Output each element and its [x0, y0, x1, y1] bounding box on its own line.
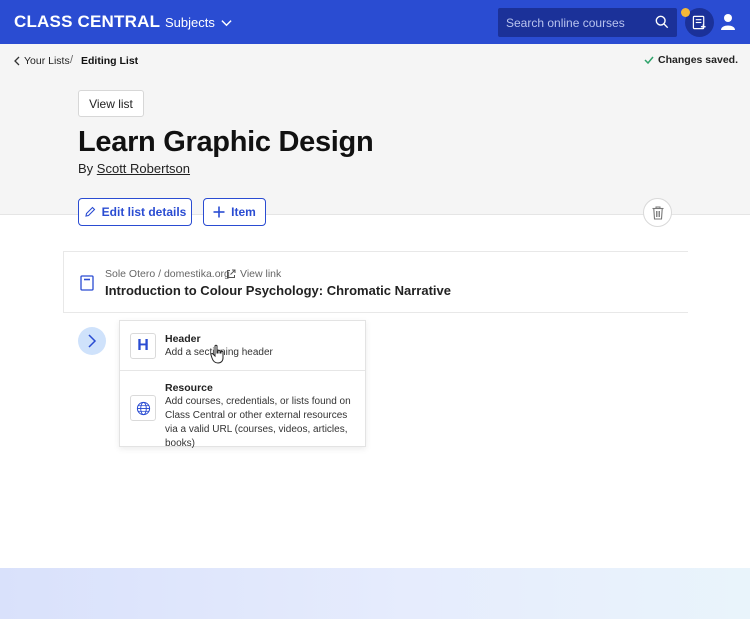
add-item-button[interactable]: Item	[203, 198, 266, 226]
menu-item-resource[interactable]: Resource Add courses, credentials, or li…	[120, 371, 365, 449]
delete-list-button[interactable]	[643, 198, 672, 227]
save-status-text: Changes saved.	[658, 54, 738, 66]
chevron-left-icon[interactable]	[13, 56, 21, 66]
view-link[interactable]: View link	[226, 268, 281, 280]
view-list-button[interactable]: View list	[78, 90, 144, 117]
byline-prefix: By	[78, 161, 94, 176]
resource-title[interactable]: Introduction to Colour Psychology: Chrom…	[105, 283, 451, 298]
breadcrumb-separator: /	[70, 54, 74, 66]
save-status: Changes saved.	[644, 54, 738, 66]
top-nav: CLASS CENTRAL Subjects Search online cou…	[0, 0, 750, 44]
resource-source: Sole Otero / domestika.org	[105, 268, 230, 280]
breadcrumb-your-lists[interactable]: Your Lists	[24, 55, 70, 67]
heading-icon: H	[130, 333, 156, 359]
page-title: Learn Graphic Design	[78, 126, 374, 158]
globe-icon	[130, 395, 156, 421]
expand-add-menu-button[interactable]	[78, 327, 106, 355]
author-link[interactable]: Scott Robertson	[97, 161, 190, 176]
pencil-icon	[84, 206, 95, 217]
search-input[interactable]: Search online courses	[498, 8, 677, 37]
chevron-down-icon	[221, 20, 232, 27]
logo[interactable]: CLASS CENTRAL	[14, 12, 160, 32]
hand-cursor-icon	[210, 344, 224, 364]
add-menu: H Header Add a sectioning header Resourc…	[119, 320, 366, 449]
edit-list-details-button[interactable]: Edit list details	[78, 198, 192, 226]
breadcrumb-current: Editing List	[81, 55, 139, 67]
external-link-icon	[227, 269, 236, 278]
menu-item-resource-desc: Add courses, credentials, or lists found…	[165, 396, 351, 449]
plus-icon	[213, 206, 225, 218]
check-icon	[644, 56, 654, 65]
user-icon[interactable]	[720, 13, 736, 31]
menu-item-header[interactable]: H Header Add a sectioning header	[120, 321, 365, 370]
subjects-menu[interactable]: Subjects	[165, 15, 232, 30]
subjects-label: Subjects	[165, 15, 215, 30]
trash-icon	[652, 206, 664, 220]
footer-gradient	[0, 568, 750, 619]
document-icon	[80, 275, 94, 291]
view-link-label: View link	[240, 268, 282, 280]
list-add-icon	[692, 15, 706, 30]
search-icon[interactable]	[655, 15, 669, 29]
menu-item-resource-title: Resource	[165, 382, 213, 394]
edit-list-details-label: Edit list details	[101, 205, 187, 219]
chevron-right-icon	[88, 334, 97, 348]
notification-dot	[681, 8, 690, 17]
search-placeholder: Search online courses	[506, 16, 625, 30]
resource-card[interactable]: Sole Otero / domestika.org View link Int…	[63, 251, 688, 313]
byline: By Scott Robertson	[78, 161, 190, 176]
menu-item-header-desc: Add a sectioning header	[165, 347, 273, 358]
add-item-label: Item	[231, 205, 256, 219]
menu-item-header-title: Header	[165, 333, 201, 345]
